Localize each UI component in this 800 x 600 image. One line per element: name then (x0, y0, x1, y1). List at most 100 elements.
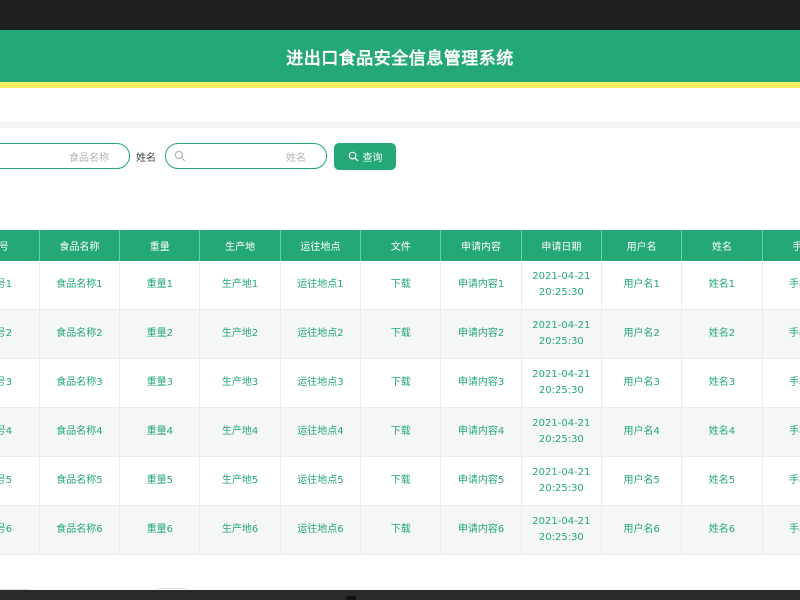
cell-food: 食品名称1 (39, 261, 121, 310)
date-value: 2021-04-21 20:25:30 (532, 369, 591, 396)
table-row: 编号2食品名称2重量2生产地2运往地点2下载申请内容2 2021-04-21 20… (0, 309, 800, 359)
download-link[interactable]: 下载 (360, 407, 442, 457)
column-header: 手机 (762, 230, 800, 261)
cell-food: 食品名称4 (39, 407, 121, 457)
cell-phone: 手机2 (762, 309, 800, 359)
cell-id: 编号2 (0, 309, 40, 359)
cell-food: 食品名称2 (39, 309, 121, 359)
cell-date: 2021-04-21 20:25:30 (521, 456, 603, 506)
cell-dest: 运往地点4 (280, 407, 362, 457)
cell-id: 编号1 (0, 261, 40, 310)
search-panel: 食品名称 姓名 姓名 查询 (0, 128, 800, 228)
cell-weight: 重量1 (119, 261, 201, 310)
cell-id: 编号6 (0, 505, 40, 555)
monitor-bezel-bottom (0, 590, 800, 600)
cell-dest: 运往地点2 (280, 309, 362, 359)
cell-content: 申请内容4 (440, 407, 522, 457)
cell-phone: 手机1 (762, 261, 800, 310)
column-header: 用户名 (601, 230, 683, 261)
cell-food: 食品名称5 (39, 456, 121, 506)
name-label: 姓名 (136, 153, 156, 164)
cell-dest: 运往地点5 (280, 456, 362, 506)
cell-date: 2021-04-21 20:25:30 (521, 309, 603, 359)
cell-weight: 重量3 (119, 358, 201, 408)
cell-date: 2021-04-21 20:25:30 (521, 407, 603, 457)
download-link[interactable]: 下载 (360, 358, 442, 408)
download-link[interactable]: 下载 (360, 261, 442, 310)
cell-date: 2021-04-21 20:25:30 (521, 505, 603, 555)
cell-content: 申请内容5 (440, 456, 522, 506)
cell-date: 2021-04-21 20:25:30 (521, 358, 603, 408)
cell-name: 姓名2 (681, 309, 763, 359)
download-link[interactable]: 下载 (360, 456, 442, 506)
cell-id: 编号4 (0, 407, 40, 457)
cell-origin: 生产地3 (199, 358, 281, 408)
monitor-indicator (346, 596, 356, 600)
date-value: 2021-04-21 20:25:30 (532, 516, 591, 543)
food-name-input[interactable]: 食品名称 (0, 143, 130, 169)
column-header: 文件 (360, 230, 442, 261)
cell-content: 申请内容6 (440, 505, 522, 555)
cell-food: 食品名称6 (39, 505, 121, 555)
cell-name: 姓名1 (681, 261, 763, 310)
cell-origin: 生产地1 (199, 261, 281, 310)
cell-food: 食品名称3 (39, 358, 121, 408)
cell-dest: 运往地点3 (280, 358, 362, 408)
table-row: 编号3食品名称3重量3生产地3运往地点3下载申请内容3 2021-04-21 20… (0, 358, 800, 408)
cell-user: 用户名5 (601, 456, 683, 506)
column-header: 食品名称 (39, 230, 121, 261)
table-header-row: 编号 食品名称 重量 生产地 运往地点 文件 申请内容 申请日期 用户名 姓名 … (0, 230, 800, 261)
column-header: 姓名 (681, 230, 763, 261)
table-row: 编号4食品名称4重量4生产地4运往地点4下载申请内容4 2021-04-21 20… (0, 407, 800, 457)
cell-user: 用户名2 (601, 309, 683, 359)
breadcrumb-bar (0, 88, 800, 122)
cell-user: 用户名1 (601, 261, 683, 310)
cell-phone: 手机6 (762, 505, 800, 555)
name-input[interactable]: 姓名 (165, 143, 327, 169)
cell-content: 申请内容3 (440, 358, 522, 408)
query-button[interactable]: 查询 (334, 143, 396, 170)
cell-origin: 生产地2 (199, 309, 281, 359)
table-row: 编号5食品名称5重量5生产地5运往地点5下载申请内容5 2021-04-21 20… (0, 456, 800, 506)
query-button-label: 查询 (362, 153, 383, 164)
table-row: 编号6食品名称6重量6生产地6运往地点6下载申请内容6 2021-04-21 20… (0, 505, 800, 555)
app-header: 进出口食品安全信息管理系统 (0, 30, 800, 82)
cell-weight: 重量6 (119, 505, 201, 555)
column-header: 生产地 (199, 230, 281, 261)
cell-name: 姓名3 (681, 358, 763, 408)
column-header: 运往地点 (280, 230, 362, 261)
download-link[interactable]: 下载 (360, 505, 442, 555)
monitor-bezel-top (0, 0, 800, 30)
food-name-placeholder: 食品名称 (69, 152, 109, 164)
column-header: 重量 (119, 230, 201, 261)
cell-name: 姓名6 (681, 505, 763, 555)
cell-dest: 运往地点6 (280, 505, 362, 555)
column-header: 申请内容 (440, 230, 522, 261)
cell-phone: 手机4 (762, 407, 800, 457)
data-table-container: 编号 食品名称 重量 生产地 运往地点 文件 申请内容 申请日期 用户名 姓名 … (0, 230, 800, 555)
app-title: 进出口食品安全信息管理系统 (286, 48, 514, 69)
table-row: 编号1食品名称1重量1生产地1运往地点1下载申请内容1 2021-04-21 20… (0, 261, 800, 310)
download-link[interactable]: 下载 (360, 309, 442, 359)
cell-weight: 重量2 (119, 309, 201, 359)
data-table: 编号 食品名称 重量 生产地 运往地点 文件 申请内容 申请日期 用户名 姓名 … (0, 230, 800, 555)
date-value: 2021-04-21 20:25:30 (532, 271, 591, 298)
cell-date: 2021-04-21 20:25:30 (521, 261, 603, 310)
cell-origin: 生产地6 (199, 505, 281, 555)
cell-origin: 生产地4 (199, 407, 281, 457)
pagination: 页 ⌄ ‹ 1 › 前往 页 (0, 583, 800, 590)
column-header: 编号 (0, 230, 40, 261)
app-screen: 进出口食品安全信息管理系统 食品名称 姓名 姓名 查询 编号 (0, 30, 800, 590)
cell-origin: 生产地5 (199, 456, 281, 506)
cell-weight: 重量4 (119, 407, 201, 457)
cell-id: 编号5 (0, 456, 40, 506)
date-value: 2021-04-21 20:25:30 (532, 418, 591, 445)
column-header: 申请日期 (521, 230, 603, 261)
cell-name: 姓名5 (681, 456, 763, 506)
cell-user: 用户名3 (601, 358, 683, 408)
cell-phone: 手机3 (762, 358, 800, 408)
cell-dest: 运往地点1 (280, 261, 362, 310)
cell-id: 编号3 (0, 358, 40, 408)
search-icon (348, 151, 358, 162)
date-value: 2021-04-21 20:25:30 (532, 467, 591, 494)
